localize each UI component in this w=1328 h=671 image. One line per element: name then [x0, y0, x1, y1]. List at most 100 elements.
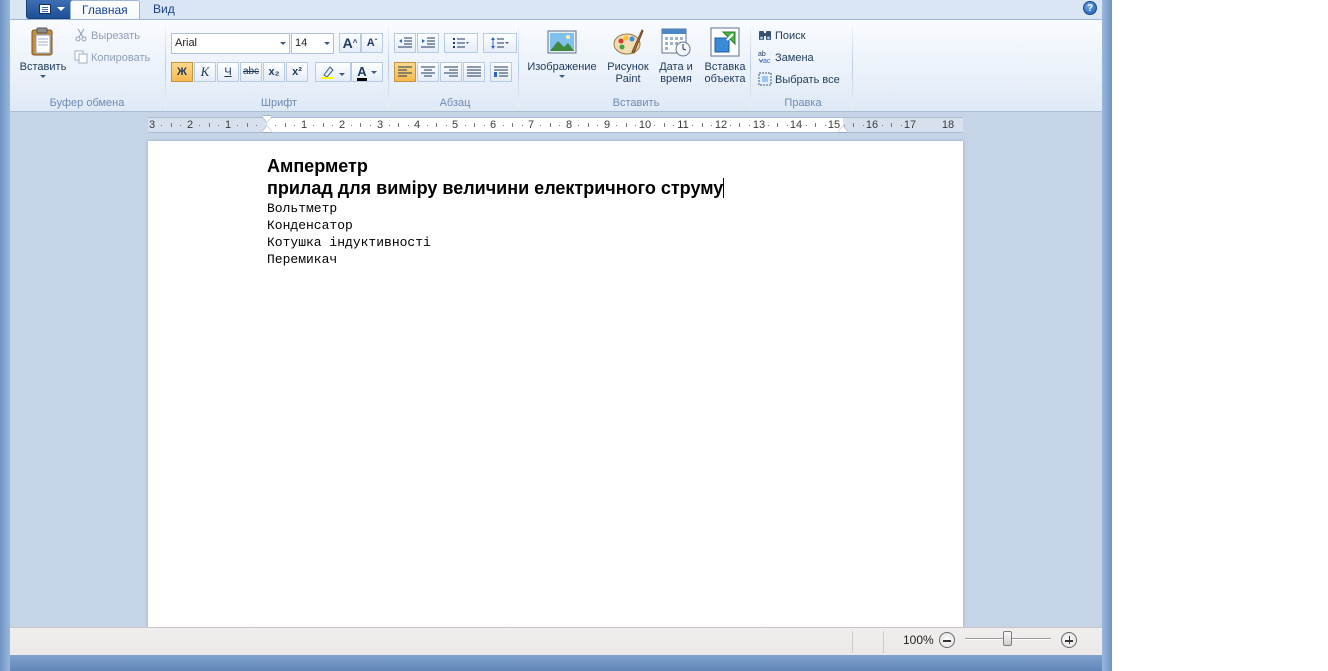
shrink-font-button[interactable]: Aˇ	[361, 33, 383, 53]
horizontal-ruler[interactable]: 3 2 1 1 2 3 4 5 6 7 8 9 10 11 12 13 14 1…	[148, 116, 963, 133]
line-spacing-icon	[491, 37, 509, 49]
document-line: Перемикач	[267, 252, 338, 267]
tab-view[interactable]: Вид	[142, 0, 186, 20]
ruler-tick-mark	[313, 125, 315, 126]
paint-palette-icon	[612, 26, 644, 58]
ruler-tick-mark	[881, 125, 883, 126]
insert-object-button[interactable]: Вставка объекта	[701, 26, 749, 85]
paste-button[interactable]: Вставить	[14, 26, 72, 78]
replace-button[interactable]: ab ac Замена	[758, 48, 814, 68]
chevron-down-icon[interactable]	[321, 34, 333, 53]
cut-button[interactable]: Вырезать	[74, 26, 140, 46]
paragraph-group: Абзац	[393, 24, 517, 110]
status-separator	[852, 631, 853, 653]
insert-datetime-button[interactable]: Дата и время	[654, 26, 698, 85]
bullet-list-button[interactable]	[444, 33, 478, 53]
ruler-tick-mark	[900, 125, 902, 126]
decrease-indent-icon	[398, 37, 412, 48]
tab-home[interactable]: Главная	[70, 0, 140, 20]
font-size-select[interactable]: 14	[291, 33, 334, 54]
paint-label-line-1: Рисунок	[607, 61, 649, 73]
ruler-label: 13	[752, 119, 766, 131]
ruler-label: 2	[338, 119, 346, 131]
align-center-icon	[421, 66, 435, 77]
ruler-tick-mark	[862, 125, 864, 126]
strikethrough-button[interactable]: abc	[240, 62, 262, 82]
insert-group-label: Вставить	[612, 97, 660, 109]
ruler-label: 16	[865, 119, 879, 131]
insert-object-icon	[709, 26, 741, 58]
chevron-down-icon	[40, 75, 46, 78]
window-left-border	[0, 0, 10, 671]
ruler-tick-mark	[208, 123, 210, 127]
ruler-tick-mark	[786, 125, 788, 126]
insert-image-button[interactable]: Изображение	[523, 26, 601, 78]
decrease-indent-button[interactable]	[394, 33, 416, 53]
italic-button[interactable]: К	[194, 62, 216, 82]
ruler-tick-mark	[729, 125, 731, 126]
window-right-border	[1102, 0, 1112, 671]
align-right-button[interactable]	[440, 62, 462, 82]
justify-button[interactable]	[463, 62, 485, 82]
first-line-indent-marker[interactable]	[262, 116, 272, 122]
clipboard-group: Вставить Вырезать Копировать Буфер обмен…	[10, 24, 164, 110]
align-center-button[interactable]	[417, 62, 439, 82]
ruler-tick-mark	[332, 125, 334, 126]
paragraph-settings-button[interactable]	[490, 62, 512, 82]
find-button[interactable]: Поиск	[758, 26, 805, 46]
ruler-tick-mark	[587, 123, 589, 127]
underline-button[interactable]: Ч	[217, 62, 239, 82]
paint-drawing-button[interactable]: Рисунок Paint	[603, 26, 653, 85]
hanging-indent-marker[interactable]	[262, 126, 272, 132]
ruler-tick-mark	[815, 123, 817, 127]
increase-indent-button[interactable]	[417, 33, 439, 53]
ruler-label: 14	[789, 119, 803, 131]
copy-button[interactable]: Копировать	[74, 48, 150, 68]
font-family-select[interactable]: Arial	[171, 33, 290, 54]
ruler-tick-mark	[711, 125, 713, 126]
text-color-icon: A	[357, 64, 367, 81]
ruler-label: 7	[527, 119, 535, 131]
status-separator	[883, 631, 884, 653]
ruler-tick-mark	[246, 123, 248, 127]
editing-group-label: Правка	[784, 97, 822, 109]
line-spacing-button[interactable]	[483, 33, 517, 53]
heading-line-2-text: прилад для виміру величини електричного …	[267, 178, 724, 198]
highlight-color-button[interactable]	[315, 62, 351, 82]
ribbon-separator	[750, 26, 751, 108]
editing-group: Поиск ab ac Замена Выбрать все Правка	[755, 24, 851, 110]
grow-font-icon: A	[342, 35, 353, 51]
align-left-button[interactable]	[394, 62, 416, 82]
help-icon[interactable]: ?	[1083, 1, 1097, 15]
grow-font-button[interactable]: A^	[339, 33, 361, 53]
document-line: Котушка індуктивності	[267, 235, 431, 250]
zoom-slider-thumb[interactable]	[1003, 631, 1012, 646]
plus-icon-v	[1068, 636, 1070, 644]
ruler-tick-mark	[218, 125, 220, 126]
ruler-label: 2	[186, 119, 194, 131]
right-indent-marker[interactable]	[838, 126, 848, 132]
zoom-in-button[interactable]	[1061, 632, 1077, 648]
ruler-label: 3	[148, 119, 156, 131]
chevron-down-icon	[559, 75, 565, 78]
ruler-label: 8	[565, 119, 573, 131]
ruler-tick-mark	[635, 125, 637, 126]
chevron-down-icon[interactable]	[277, 34, 289, 53]
svg-text:ac: ac	[763, 58, 771, 64]
text-color-button[interactable]: A	[351, 62, 383, 82]
ruler-tick-mark	[805, 125, 807, 126]
select-all-button[interactable]: Выбрать все	[758, 70, 840, 90]
zoom-out-button[interactable]	[939, 632, 955, 648]
ruler-tick-mark	[407, 125, 409, 126]
ruler-tick-mark	[625, 123, 627, 127]
subscript-button[interactable]: x₂	[263, 62, 285, 82]
ruler-label: 9	[603, 119, 611, 131]
document-page[interactable]: Амперметр прилад для виміру величини еле…	[148, 141, 963, 627]
superscript-button[interactable]: x²	[286, 62, 308, 82]
ruler-label: 3	[376, 119, 384, 131]
clipboard-icon	[27, 26, 59, 58]
ruler-tick-mark	[616, 125, 618, 126]
bold-button[interactable]: Ж	[171, 62, 193, 82]
ruler-tick-mark	[748, 125, 750, 126]
ruler-tick-mark	[199, 125, 201, 126]
